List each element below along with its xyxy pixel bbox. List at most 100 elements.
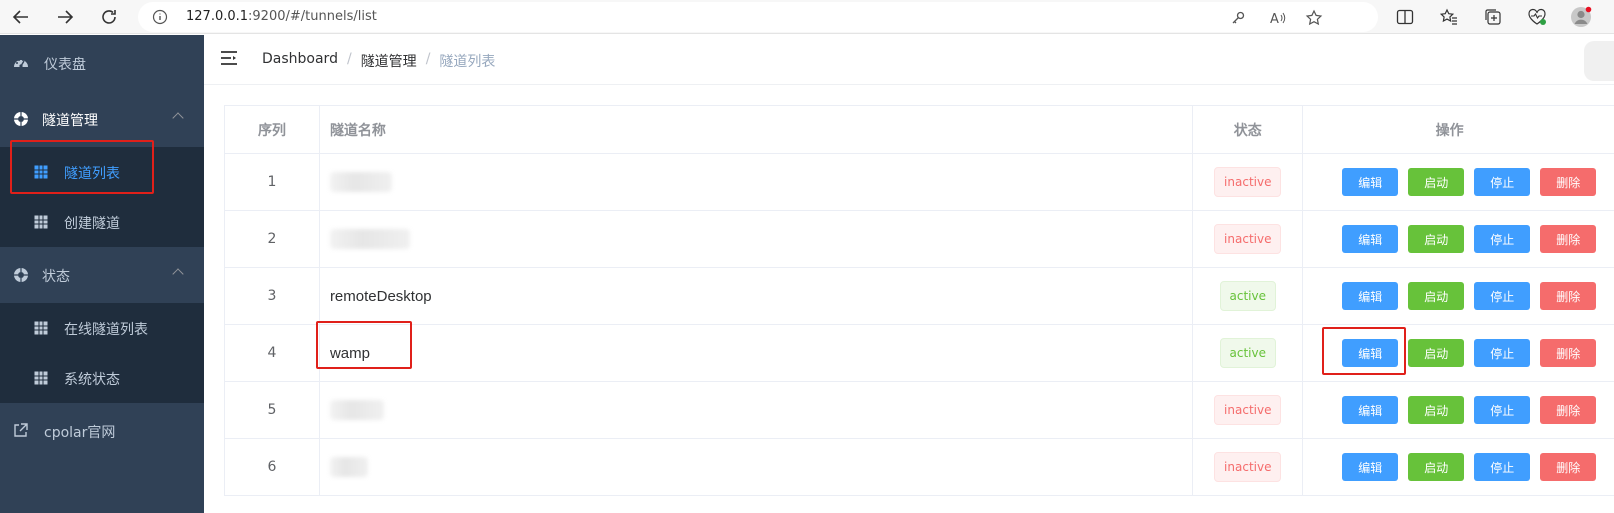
- tunnel-name: wamp: [329, 344, 370, 362]
- header-name: 隧道名称: [320, 106, 1194, 153]
- tunnel-submenu: 隧道列表 创建隧道: [0, 147, 204, 247]
- start-button[interactable]: 启动: [1408, 168, 1465, 196]
- split-screen-icon[interactable]: [1394, 6, 1416, 28]
- start-button[interactable]: 启动: [1408, 282, 1465, 310]
- health-heart-icon[interactable]: [1526, 6, 1548, 28]
- delete-button[interactable]: 删除: [1540, 225, 1597, 253]
- favorites-icon[interactable]: [1438, 6, 1460, 28]
- stop-button[interactable]: 停止: [1474, 453, 1531, 481]
- sidebar-item-tunnel-list[interactable]: 隧道列表: [0, 147, 204, 197]
- row-actions: 编辑 启动 停止 删除: [1303, 268, 1614, 324]
- lifebuoy-icon: [13, 267, 29, 287]
- url-text: 127.0.0.1:9200/#/tunnels/list: [186, 9, 377, 24]
- stop-button[interactable]: 停止: [1474, 339, 1531, 367]
- row-name-cell: remoteDesktop: [320, 268, 1194, 324]
- row-actions: 编辑 启动 停止 删除: [1303, 325, 1614, 381]
- edit-button[interactable]: 编辑: [1342, 453, 1399, 481]
- delete-button[interactable]: 删除: [1540, 339, 1597, 367]
- row-index: 1: [225, 154, 320, 210]
- stop-button[interactable]: 停止: [1474, 282, 1531, 310]
- back-arrow-icon[interactable]: [8, 4, 34, 30]
- site-info-icon[interactable]: [152, 9, 168, 29]
- redacted-name: [329, 457, 368, 477]
- delete-button[interactable]: 删除: [1540, 282, 1597, 310]
- edit-button[interactable]: 编辑: [1342, 396, 1399, 424]
- sidebar: 仪表盘 隧道管理 隧道列表 创建隧道 状态 在线隧道列表 系统状态 cpolar…: [0, 35, 204, 513]
- redacted-name: [329, 400, 384, 420]
- svg-text:A: A: [1270, 12, 1279, 26]
- row-actions: 编辑 启动 停止 删除: [1303, 439, 1614, 495]
- sidebar-item-label: 创建隧道: [64, 216, 120, 232]
- lifebuoy-icon: [13, 111, 29, 131]
- grid-icon: [34, 371, 48, 389]
- row-status-cell: active: [1193, 268, 1304, 324]
- delete-button[interactable]: 删除: [1540, 168, 1597, 196]
- url-host: 127.0.0.1: [186, 9, 249, 24]
- table-header-row: 序列 隧道名称 状态 操作: [225, 106, 1614, 154]
- stop-button[interactable]: 停止: [1474, 396, 1531, 424]
- delete-button[interactable]: 删除: [1540, 396, 1597, 424]
- redacted-name: [329, 229, 410, 249]
- sidebar-item-label: 仪表盘: [44, 57, 86, 73]
- forward-arrow-icon[interactable]: [52, 4, 78, 30]
- table-row: 6 inactive 编辑 启动 停止 删除: [225, 439, 1614, 496]
- sidebar-item-label: 系统状态: [64, 372, 120, 388]
- profile-avatar-icon[interactable]: [1570, 6, 1592, 28]
- status-badge: inactive: [1214, 452, 1282, 482]
- status-badge: active: [1219, 338, 1276, 368]
- collections-icon[interactable]: [1482, 6, 1504, 28]
- breadcrumb-dashboard[interactable]: Dashboard: [262, 51, 338, 71]
- row-status-cell: active: [1193, 325, 1304, 381]
- edit-button[interactable]: 编辑: [1342, 282, 1399, 310]
- start-button[interactable]: 启动: [1408, 339, 1465, 367]
- header-status: 状态: [1193, 106, 1304, 153]
- edit-button[interactable]: 编辑: [1342, 339, 1399, 367]
- sidebar-item-cpolar-site[interactable]: cpolar官网: [0, 403, 204, 459]
- status-badge: inactive: [1214, 167, 1282, 197]
- refresh-icon[interactable]: [96, 4, 122, 30]
- start-button[interactable]: 启动: [1408, 453, 1465, 481]
- browser-toolbar: 127.0.0.1:9200/#/tunnels/list A: [0, 0, 1614, 34]
- favorite-star-icon[interactable]: [1304, 8, 1324, 28]
- sidebar-menu-tunnel-management[interactable]: 隧道管理: [0, 91, 204, 147]
- breadcrumb-tunnel-management[interactable]: 隧道管理: [361, 51, 417, 71]
- row-status-cell: inactive: [1193, 382, 1304, 438]
- sidebar-item-label: cpolar官网: [44, 425, 116, 441]
- row-name-cell: [320, 154, 1194, 210]
- breadcrumb-tunnel-list: 隧道列表: [439, 54, 496, 70]
- breadcrumb: Dashboard / 隧道管理 / 隧道列表: [262, 51, 495, 71]
- stop-button[interactable]: 停止: [1474, 168, 1531, 196]
- url-path: :9200/#/tunnels/list: [248, 9, 377, 24]
- app-header: Dashboard / 隧道管理 / 隧道列表: [204, 35, 1614, 85]
- sidebar-menu-label: 隧道管理: [42, 113, 98, 129]
- delete-button[interactable]: 删除: [1540, 453, 1597, 481]
- key-icon[interactable]: [1228, 8, 1248, 28]
- read-aloud-icon[interactable]: A: [1268, 8, 1288, 28]
- hamburger-menu-icon[interactable]: [220, 50, 238, 70]
- sidebar-item-create-tunnel[interactable]: 创建隧道: [0, 197, 204, 247]
- sidebar-item-dashboard[interactable]: 仪表盘: [0, 35, 204, 91]
- start-button[interactable]: 启动: [1408, 225, 1465, 253]
- row-index: 3: [225, 268, 320, 324]
- row-actions: 编辑 启动 停止 删除: [1303, 211, 1614, 267]
- sidebar-item-system-status[interactable]: 系统状态: [0, 353, 204, 403]
- edit-button[interactable]: 编辑: [1342, 168, 1399, 196]
- status-submenu: 在线隧道列表 系统状态: [0, 303, 204, 403]
- row-actions: 编辑 启动 停止 删除: [1303, 382, 1614, 438]
- start-button[interactable]: 启动: [1408, 396, 1465, 424]
- row-name-cell: [320, 439, 1194, 495]
- status-badge: active: [1219, 281, 1276, 311]
- sidebar-menu-status[interactable]: 状态: [0, 247, 204, 303]
- row-name-cell: [320, 211, 1194, 267]
- status-badge: inactive: [1214, 395, 1282, 425]
- sidebar-item-online-tunnels[interactable]: 在线隧道列表: [0, 303, 204, 353]
- chevron-up-icon: [172, 268, 184, 280]
- avatar[interactable]: [1584, 41, 1614, 81]
- sidebar-item-label: 隧道列表: [64, 166, 120, 182]
- edit-button[interactable]: 编辑: [1342, 225, 1399, 253]
- header-index: 序列: [225, 106, 320, 153]
- stop-button[interactable]: 停止: [1474, 225, 1531, 253]
- address-bar[interactable]: 127.0.0.1:9200/#/tunnels/list A: [138, 2, 1378, 32]
- grid-icon: [34, 321, 48, 339]
- row-index: 5: [225, 382, 320, 438]
